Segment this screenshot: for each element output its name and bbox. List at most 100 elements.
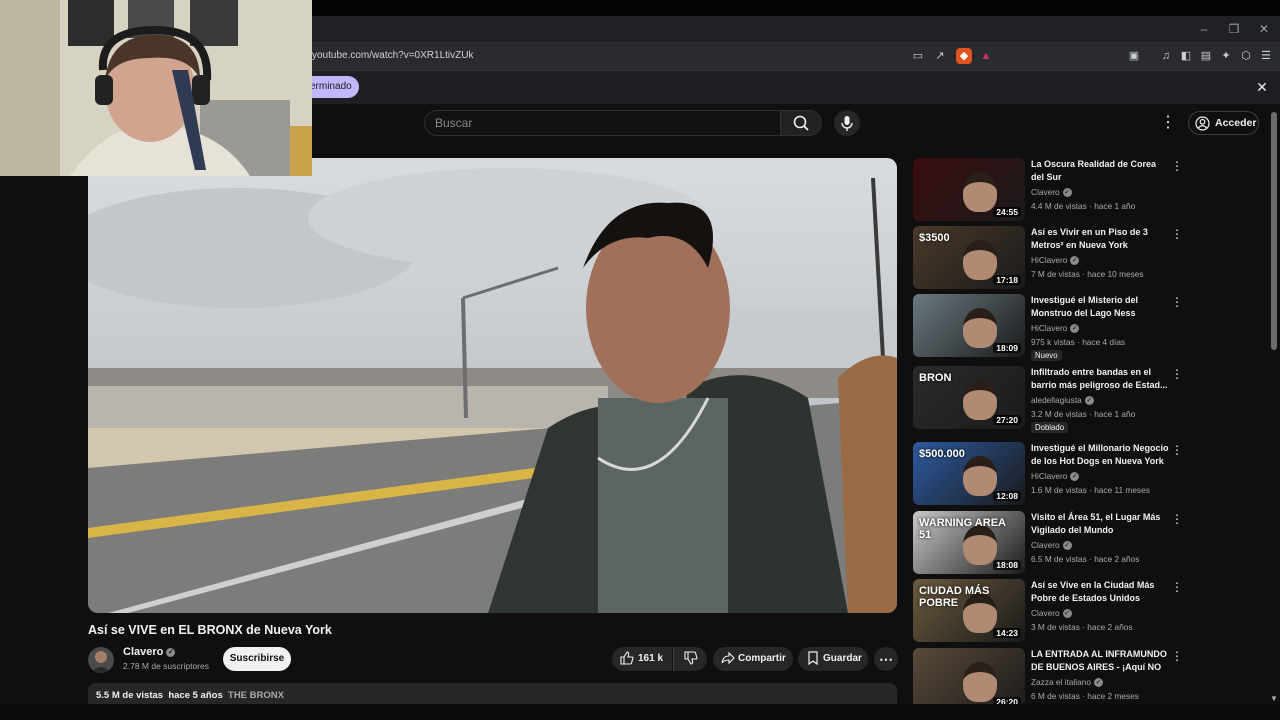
brave-shield-icon[interactable]: ◆ (956, 48, 972, 64)
rewards-icon[interactable]: ▲ (978, 48, 994, 64)
recommendation-item[interactable]: $3500 17:18 Así es Vivir en un Piso de 3 M… (913, 226, 1183, 290)
recommendation-views: 4.4 M de vistas (1031, 201, 1087, 211)
recommendation-views: 6 M de vistas (1031, 691, 1080, 701)
share-icon[interactable]: ↗ (932, 48, 948, 64)
settings-more-icon[interactable]: ⋮ (1160, 113, 1176, 133)
recommendation-item[interactable]: 24:55 La Oscura Realidad de Corea del Sur… (913, 158, 1183, 222)
video-thumbnail[interactable]: WARNING AREA 51 18:08 (913, 511, 1025, 574)
like-button[interactable]: 161 k (612, 647, 672, 671)
recommendation-title[interactable]: LA ENTRADA AL INFRAMUNDO DE BUENOS AIRES… (1031, 648, 1171, 674)
scrollbar[interactable] (1271, 112, 1277, 350)
recommendation-channel-text: HiClavero (1031, 471, 1068, 481)
verified-icon: ✓ (1070, 472, 1080, 482)
cast-icon[interactable]: ▭ (910, 48, 926, 64)
restore-icon[interactable]: ❐ (1224, 20, 1244, 38)
recommendation-channel-text: HiClavero (1031, 323, 1068, 333)
recommendation-channel[interactable]: Clavero ✓ (1031, 608, 1072, 619)
recommendation-age: hace 1 año (1094, 201, 1136, 211)
recommendation-meta: 4.4 M de vistas · hace 1 año (1031, 201, 1136, 211)
recommendation-more-icon[interactable]: ⋮ (1171, 226, 1183, 242)
recommendation-channel[interactable]: HiClavero ✓ (1031, 255, 1080, 266)
recommendation-age: hace 4 días (1082, 337, 1126, 347)
recommendation-more-icon[interactable]: ⋮ (1171, 366, 1183, 382)
recommendation-item[interactable]: WARNING AREA 51 18:08 Visito el Área 51, e… (913, 511, 1183, 575)
subscribe-button[interactable]: Suscribirse (223, 647, 291, 671)
share-arrow-icon (721, 652, 735, 665)
recommendation-item[interactable]: BRON 27:20 Infiltrado entre bandas en el b… (913, 366, 1183, 433)
recommendation-item[interactable]: $500.000 12:08 Investigué el Millonario Ne… (913, 442, 1183, 506)
bookmark-icon (808, 651, 818, 666)
leo-ai-icon[interactable]: ✦ (1218, 48, 1234, 64)
video-thumbnail[interactable]: $3500 17:18 (913, 226, 1025, 289)
recommendation-title[interactable]: Así se Vive en la Ciudad Más Pobre de Es… (1031, 579, 1171, 605)
video-player[interactable] (88, 158, 897, 613)
video-thumbnail[interactable]: BRON 27:20 (913, 366, 1025, 429)
video-thumbnail[interactable]: 26:20 (913, 648, 1025, 711)
vpn-icon[interactable]: ⬡ (1238, 48, 1254, 64)
tab-search-icon[interactable]: ▣ (1126, 48, 1142, 64)
more-actions-icon[interactable]: ⋯ (874, 647, 898, 671)
recommendation-item[interactable]: 26:20 LA ENTRADA AL INFRAMUNDO DE BUENOS … (913, 648, 1183, 712)
recommendation-channel[interactable]: Zazza el italiano ✓ (1031, 677, 1103, 688)
recommendation-age: hace 11 meses (1094, 485, 1150, 495)
recommendation-more-icon[interactable]: ⋮ (1171, 158, 1183, 174)
recommendation-title[interactable]: Investigué el Misterio del Monstruo del … (1031, 294, 1171, 320)
wallet-icon[interactable]: ▤ (1198, 48, 1214, 64)
recommendation-channel[interactable]: aledellagiusta ✓ (1031, 395, 1094, 406)
video-duration: 18:09 (993, 343, 1021, 353)
sidebar-icon[interactable]: ◧ (1178, 48, 1194, 64)
thumbnail-person (963, 240, 997, 280)
menu-icon[interactable]: ☰ (1258, 48, 1274, 64)
recommendation-channel-text: HiClavero (1031, 255, 1068, 265)
voice-search-button[interactable] (834, 110, 860, 136)
recommendation-age: hace 2 años (1087, 622, 1133, 632)
video-duration: 18:08 (993, 560, 1021, 570)
recommendation-title[interactable]: Investigué el Millonario Negocio de los … (1031, 442, 1171, 468)
share-button[interactable]: Compartir (713, 647, 793, 671)
video-thumbnail[interactable]: 18:09 (913, 294, 1025, 357)
thumbnail-text: WARNING AREA 51 (919, 517, 1006, 541)
screen-bottom-strip (0, 704, 1280, 720)
upload-age: hace 5 años (168, 690, 223, 701)
recommendation-item[interactable]: CIUDAD MÁS POBRE 14:23 Así se Vive en la C… (913, 579, 1183, 643)
close-window-icon[interactable]: ✕ (1254, 20, 1274, 38)
minimize-icon[interactable]: – (1194, 20, 1214, 38)
recommendation-channel[interactable]: HiClavero ✓ (1031, 323, 1080, 334)
music-icon[interactable]: ♫ (1158, 48, 1174, 64)
recommendation-badge: Nuevo (1031, 350, 1062, 361)
video-thumbnail[interactable]: 24:55 (913, 158, 1025, 221)
recommendation-title[interactable]: Infiltrado entre bandas en el barrio más… (1031, 366, 1171, 392)
video-thumbnail[interactable]: CIUDAD MÁS POBRE 14:23 (913, 579, 1025, 642)
search-button[interactable] (780, 110, 822, 136)
channel-name[interactable]: Clavero ✓ (123, 646, 176, 658)
signin-button[interactable]: Acceder (1188, 111, 1259, 135)
video-duration: 12:08 (993, 491, 1021, 501)
recommendation-channel[interactable]: Clavero ✓ (1031, 187, 1072, 198)
address-bar[interactable]: youtube.com/watch?v=0XR1LtivZUk (312, 45, 912, 67)
channel-avatar[interactable] (88, 647, 114, 673)
recommendation-title[interactable]: La Oscura Realidad de Corea del Sur (1031, 158, 1171, 184)
recommendation-more-icon[interactable]: ⋮ (1171, 579, 1183, 595)
search-input[interactable]: Buscar (424, 110, 781, 136)
hashtag-link[interactable]: THE BRONX (228, 690, 284, 701)
thumbnail-text: CIUDAD MÁS POBRE (919, 585, 990, 609)
scroll-down-icon[interactable]: ▼ (1268, 694, 1280, 704)
infobar-close-icon[interactable]: ✕ (1254, 78, 1270, 96)
save-button[interactable]: Guardar (798, 647, 868, 671)
thumbnail-person (963, 172, 997, 212)
recommendation-channel[interactable]: Clavero ✓ (1031, 540, 1072, 551)
video-title: Así se VIVE en EL BRONX de Nueva York (88, 623, 332, 637)
recommendation-channel[interactable]: HiClavero ✓ (1031, 471, 1080, 482)
thumbnail-person (963, 662, 997, 702)
recommendation-title[interactable]: Visito el Área 51, el Lugar Más Vigilado… (1031, 511, 1171, 537)
recommendation-more-icon[interactable]: ⋮ (1171, 511, 1183, 527)
dislike-button[interactable] (673, 647, 707, 671)
recommendation-more-icon[interactable]: ⋮ (1171, 648, 1183, 664)
video-thumbnail[interactable]: $500.000 12:08 (913, 442, 1025, 505)
recommendation-more-icon[interactable]: ⋮ (1171, 294, 1183, 310)
recommendation-item[interactable]: 18:09 Investigué el Misterio del Monstruo… (913, 294, 1183, 361)
verified-icon: ✓ (1062, 609, 1072, 619)
recommendation-more-icon[interactable]: ⋮ (1171, 442, 1183, 458)
recommendation-title[interactable]: Así es Vivir en un Piso de 3 Metros² en … (1031, 226, 1171, 252)
recommendation-badge: Doblado (1031, 422, 1069, 433)
